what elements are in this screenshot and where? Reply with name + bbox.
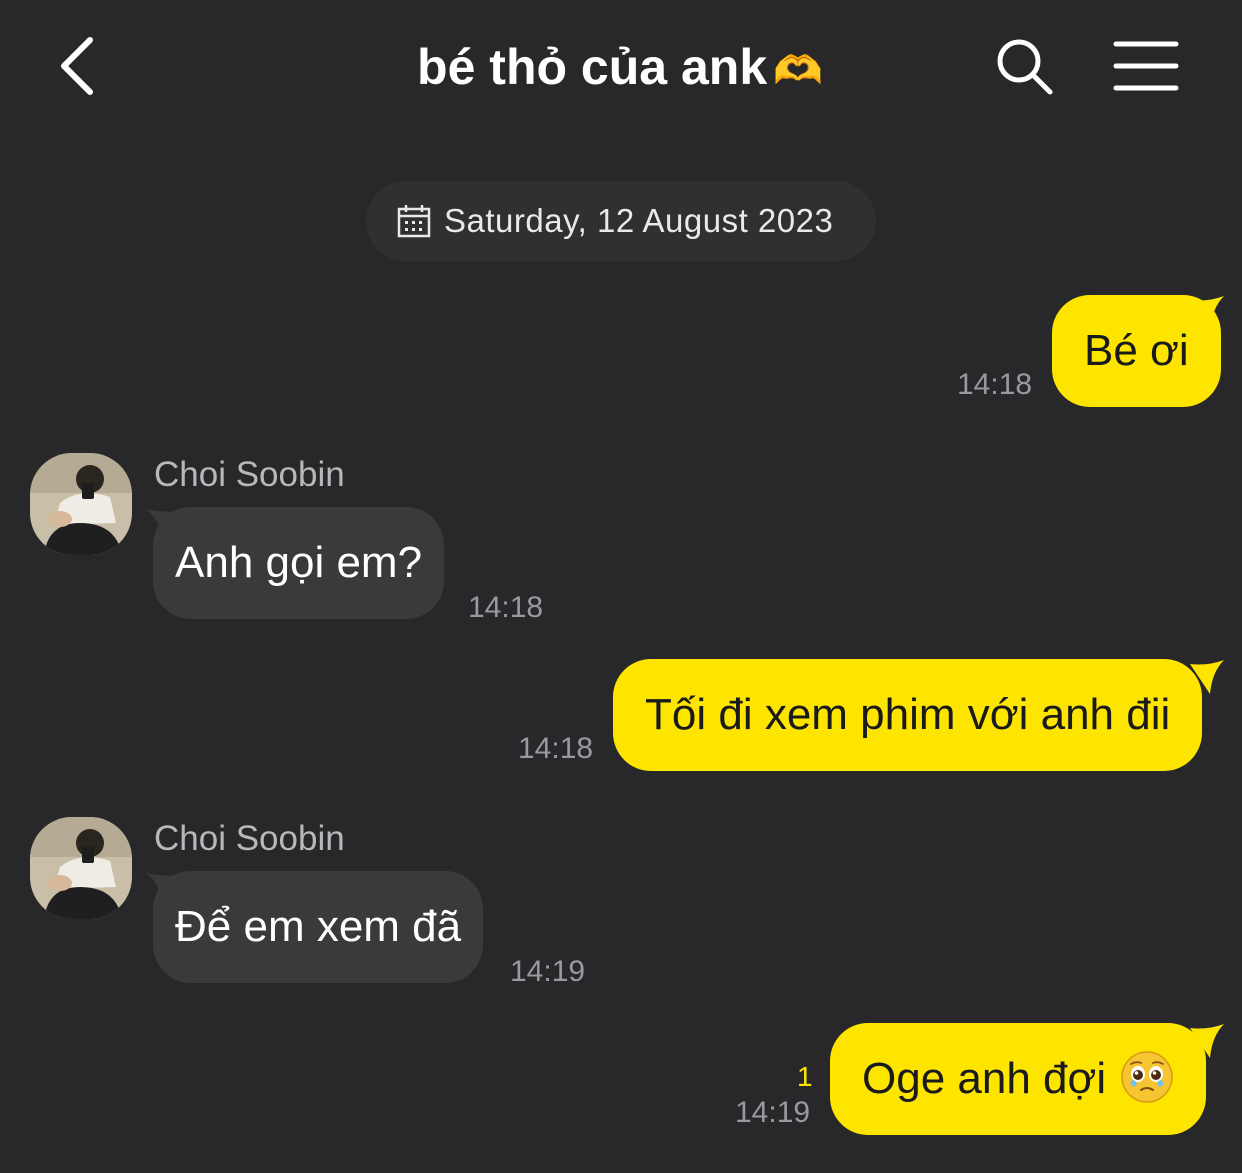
date-text: Saturday, 12 August 2023: [444, 202, 834, 239]
chat-header: bé thỏ của ank 🫶: [0, 0, 1242, 135]
avatar[interactable]: [30, 453, 132, 555]
message-text: Để em xem đã: [175, 902, 462, 951]
chevron-left-icon: [61, 37, 93, 95]
message-text: Oge anh đợi: [862, 1054, 1107, 1103]
avatar[interactable]: [30, 817, 132, 919]
pleading-face-emoji-icon: [1121, 1051, 1173, 1104]
message-text: Tối đi xem phim với anh đii: [645, 690, 1171, 739]
bubble-tail: [146, 509, 182, 541]
hamburger-menu-icon: [1113, 41, 1179, 91]
message-time: 14:18: [468, 591, 544, 624]
outgoing-message-bubble[interactable]: Tối đi xem phim với anh đii: [613, 659, 1203, 771]
sender-name: Choi Soobin: [154, 819, 345, 858]
bubble-tail: [1190, 1024, 1224, 1058]
bubble-tail: [1190, 296, 1224, 330]
sender-name: Choi Soobin: [154, 455, 345, 494]
chat-title-text: bé thỏ của ank: [417, 39, 768, 95]
message-text: Bé ơi: [1084, 326, 1189, 375]
back-button[interactable]: [48, 28, 112, 104]
unread-count: 1: [797, 1061, 813, 1092]
outgoing-message-bubble[interactable]: Oge anh đợi: [830, 1023, 1207, 1135]
incoming-message-bubble[interactable]: Để em xem đã: [153, 871, 484, 983]
avatar-photo: [30, 453, 132, 555]
message-time: 14:19: [510, 955, 586, 988]
search-button[interactable]: [992, 34, 1056, 98]
message-text: Anh gọi em?: [175, 538, 423, 587]
chat-screen: bé thỏ của ank 🫶 Saturday, 12 August 202…: [0, 0, 1242, 1173]
message-time: 14:18: [518, 732, 594, 765]
avatar-photo: [30, 817, 132, 919]
message-time: 14:19: [735, 1096, 811, 1129]
heart-hands-icon: 🫶: [773, 48, 823, 94]
message-time: 14:18: [957, 368, 1033, 401]
calendar-icon: [397, 205, 431, 238]
search-icon: [997, 39, 1053, 95]
menu-button[interactable]: [1110, 38, 1182, 94]
date-divider: Saturday, 12 August 2023: [366, 181, 876, 261]
bubble-tail: [146, 873, 182, 905]
bubble-tail: [1190, 660, 1224, 694]
chat-title: bé thỏ của ank 🫶: [300, 34, 940, 104]
incoming-message-bubble[interactable]: Anh gọi em?: [153, 507, 445, 619]
